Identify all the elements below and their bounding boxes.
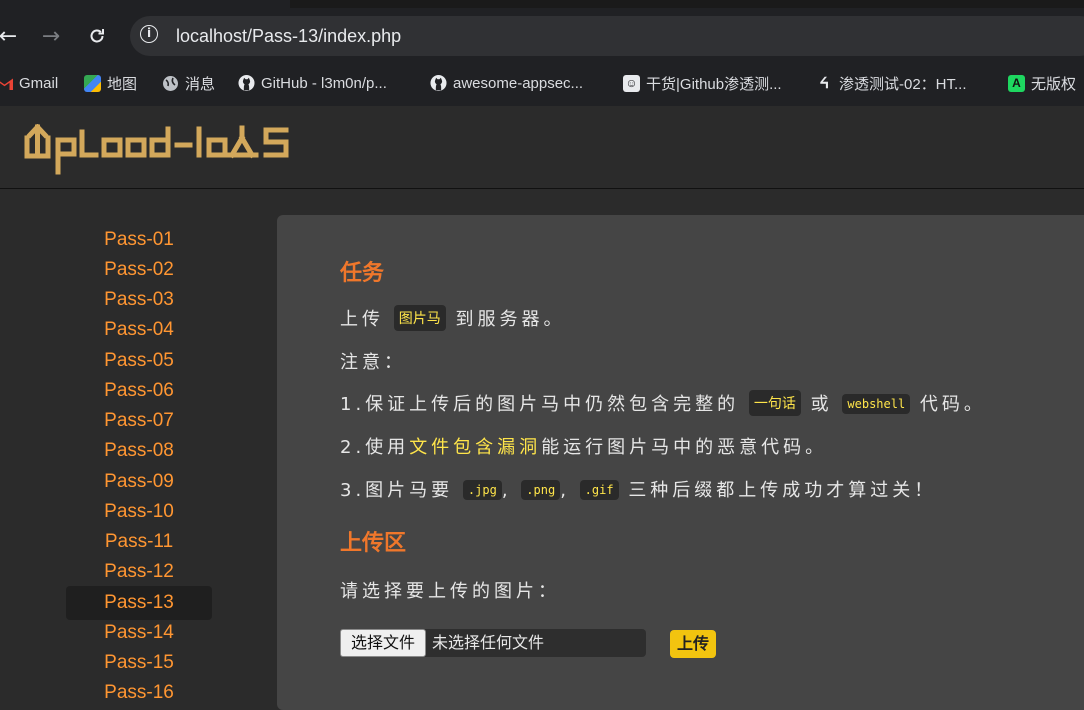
- text: 代码。: [919, 394, 986, 415]
- sidebar-item-pass-02[interactable]: Pass-02: [66, 253, 212, 287]
- sidebar-item-pass-15[interactable]: Pass-15: [66, 646, 212, 680]
- text: 能运行图片马中的恶意代码。: [541, 437, 828, 458]
- sidebar-item-pass-12[interactable]: Pass-12: [66, 555, 212, 589]
- code-tag: .png: [521, 480, 561, 500]
- choose-file-button[interactable]: 选择文件: [340, 629, 426, 657]
- text: 2.使用: [340, 437, 410, 458]
- bookmark-label: 消息: [185, 75, 216, 93]
- code-tag: 一句话: [748, 390, 801, 416]
- tab-strip: [0, 0, 1084, 8]
- bookmark-label: 渗透测试-02：HT...: [839, 75, 967, 93]
- reload-icon[interactable]: [79, 8, 115, 64]
- task-item-2: 2.使用文件包含漏洞能运行图片马中的恶意代码。: [340, 433, 827, 459]
- url-text[interactable]: localhost/Pass-13/index.php: [176, 16, 401, 56]
- site-favicon: ☺: [623, 74, 640, 92]
- task-note: 注意：: [340, 352, 406, 373]
- main-panel: 任务 上传 图片马 到服务器。 注意： 1.保证上传后的图片马中仍然包含完整的 …: [277, 215, 1084, 710]
- bookmark-label: awesome-appsec...: [453, 74, 584, 92]
- upload-prompt: 请选择要上传的图片：: [340, 581, 560, 602]
- bookmark-label: 地图: [107, 75, 138, 93]
- browser-toolbar: ← → i localhost/Pass-13/index.php: [0, 8, 1084, 64]
- text: ,: [560, 480, 570, 501]
- no-file-text: 未选择任何文件: [432, 633, 545, 652]
- code-tag: .gif: [579, 480, 619, 500]
- sidebar-nav: Pass-01 Pass-02 Pass-03 Pass-04 Pass-05 …: [0, 190, 276, 710]
- bookmark-label: Gmail: [19, 74, 59, 92]
- bookmark-label: 干货|Github渗透测...: [646, 75, 782, 93]
- site-logo[interactable]: [24, 123, 314, 182]
- task-item-1: 1.保证上传后的图片马中仍然包含完整的 一句话 或 webshell 代码。: [340, 390, 986, 416]
- gmail-icon: [0, 75, 13, 92]
- text: 三种后缀都上传成功才算过关！: [628, 480, 937, 501]
- globe-icon: [162, 75, 179, 92]
- address-bar[interactable]: i localhost/Pass-13/index.php: [130, 16, 1084, 56]
- sidebar-item-pass-04[interactable]: Pass-04: [66, 313, 212, 347]
- text: 3.图片马要: [340, 480, 454, 501]
- bookmark-label: GitHub - l3m0n/p...: [261, 74, 387, 92]
- sidebar-item-pass-06[interactable]: Pass-06: [66, 374, 212, 408]
- sidebar-item-pass-09[interactable]: Pass-09: [66, 465, 212, 499]
- site-header: [0, 106, 1084, 189]
- sidebar-item-pass-05[interactable]: Pass-05: [66, 344, 212, 378]
- bookmarks-bar: Gmail 地图 消息 GitHub - l3m0n/p... awesome-…: [0, 64, 1084, 106]
- upload-heading: 上传区: [340, 531, 407, 556]
- sidebar-item-pass-01[interactable]: Pass-01: [66, 223, 212, 257]
- bookmark-no-copyright[interactable]: A 无版权: [1008, 64, 1076, 102]
- bookmark-gmail[interactable]: Gmail: [0, 64, 58, 102]
- task-line-1: 上传 图片马 到服务器。: [340, 305, 565, 331]
- sidebar-item-pass-16[interactable]: Pass-16: [66, 676, 212, 710]
- file-input[interactable]: 选择文件 未选择任何文件: [340, 629, 646, 657]
- text: 1.保证上传后的图片马中仍然包含完整的: [340, 394, 740, 415]
- task-heading: 任务: [340, 261, 385, 286]
- github-icon: [238, 74, 255, 92]
- bookmark-github-pentest[interactable]: ☺ 干货|Github渗透测...: [623, 64, 782, 102]
- site-favicon: ᔦ: [819, 75, 830, 92]
- sidebar-item-pass-10[interactable]: Pass-10: [66, 495, 212, 529]
- bookmark-messages[interactable]: 消息: [162, 64, 215, 102]
- back-icon[interactable]: ←: [0, 8, 26, 64]
- code-tag: webshell: [842, 394, 911, 414]
- sidebar-item-pass-07[interactable]: Pass-07: [66, 404, 212, 438]
- sidebar-item-pass-11[interactable]: Pass-11: [66, 525, 212, 559]
- info-icon[interactable]: i: [140, 25, 158, 43]
- sidebar-item-pass-08[interactable]: Pass-08: [66, 434, 212, 468]
- text: 或: [810, 394, 833, 415]
- code-tag: .jpg: [462, 480, 502, 500]
- bookmark-label: 无版权: [1031, 75, 1077, 93]
- bookmark-awesome-appsec[interactable]: awesome-appsec...: [430, 64, 583, 102]
- bookmark-github-l3m0n[interactable]: GitHub - l3m0n/p...: [238, 64, 387, 102]
- bookmark-pentest-02[interactable]: ᔦ 渗透测试-02：HT...: [816, 64, 967, 102]
- sidebar-item-pass-03[interactable]: Pass-03: [66, 283, 212, 317]
- text: 上传: [340, 309, 384, 330]
- text: ,: [501, 480, 512, 501]
- bookmark-maps[interactable]: 地图: [84, 64, 137, 102]
- github-icon: [430, 74, 447, 92]
- upload-submit-button[interactable]: 上传: [670, 630, 716, 658]
- highlight-text: 文件包含漏洞: [409, 437, 542, 458]
- maps-icon: [84, 74, 101, 92]
- task-item-3: 3.图片马要 .jpg, .png, .gif 三种后缀都上传成功才算过关！: [340, 476, 936, 502]
- sidebar-item-pass-14[interactable]: Pass-14: [66, 616, 212, 650]
- site-favicon: A: [1008, 74, 1025, 92]
- text: 到服务器。: [455, 309, 566, 330]
- code-tag: 图片马: [393, 305, 446, 331]
- sidebar-item-pass-13[interactable]: Pass-13: [66, 586, 212, 620]
- forward-icon[interactable]: →: [33, 8, 69, 64]
- logo-graphic: [24, 123, 289, 175]
